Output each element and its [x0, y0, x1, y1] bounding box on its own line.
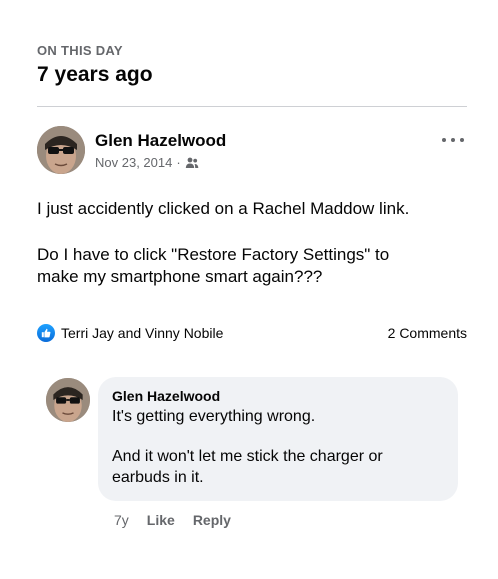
memory-title: 7 years ago	[37, 63, 153, 86]
meta-separator: ·	[176, 155, 181, 170]
post-author-name[interactable]: Glen Hazelwood	[95, 131, 226, 151]
post-date[interactable]: Nov 23, 2014	[95, 155, 172, 170]
comment-bubble: Glen Hazelwood It's getting everything w…	[98, 377, 458, 501]
avatar-photo	[46, 378, 90, 422]
post-text-paragraph-1: I just accidently clicked on a Rachel Ma…	[37, 199, 410, 218]
comment-text-line: And it won't let me stick the charger or	[112, 448, 383, 465]
post-text-paragraph-2: Do I have to click "Restore Factory Sett…	[37, 244, 467, 288]
reactors-text: Terri Jay and Vinny Nobile	[61, 325, 224, 341]
header-divider	[37, 106, 467, 107]
avatar-photo	[37, 126, 85, 174]
friends-icon[interactable]	[185, 157, 199, 169]
like-reaction-icon	[37, 324, 55, 342]
comment-like-button[interactable]: Like	[147, 512, 175, 528]
reactions-summary[interactable]: Terri Jay and Vinny Nobile	[37, 324, 223, 342]
more-options-icon[interactable]	[442, 134, 464, 146]
comment-text-line: It's getting everything wrong.	[112, 408, 316, 425]
post-author-avatar[interactable]	[37, 126, 85, 174]
comments-count-link[interactable]: 2 Comments	[388, 325, 467, 341]
comment-author-name[interactable]: Glen Hazelwood	[112, 387, 444, 405]
comment-author-avatar[interactable]	[46, 378, 90, 422]
comment-reply-button[interactable]: Reply	[193, 512, 231, 528]
comment-age[interactable]: 7y	[114, 512, 129, 528]
comment-actions: 7y Like Reply	[114, 512, 231, 528]
post-text-line: make my smartphone smart again???	[37, 267, 323, 286]
reactions-row: Terri Jay and Vinny Nobile 2 Comments	[37, 323, 467, 343]
post-text-line: Do I have to click "Restore Factory Sett…	[37, 245, 390, 264]
post-meta: Nov 23, 2014 ·	[95, 155, 199, 170]
comment-text-line: earbuds in it.	[112, 469, 204, 486]
memory-kicker: ON THIS DAY	[37, 43, 123, 58]
